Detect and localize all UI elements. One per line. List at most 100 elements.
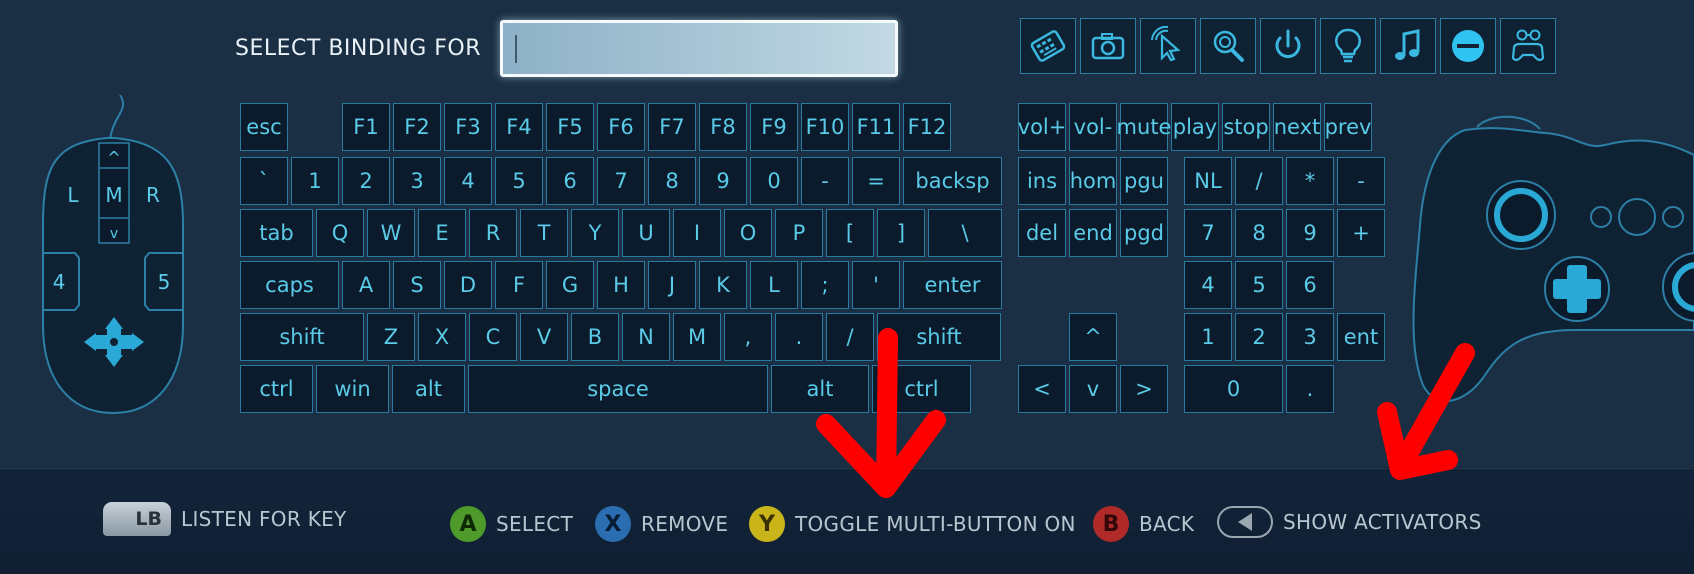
key-home-2[interactable]: S [393, 261, 441, 309]
key-home-12[interactable]: enter [903, 261, 1002, 309]
key-nav2-2[interactable]: pgd [1120, 209, 1168, 257]
binding-input[interactable] [500, 20, 898, 77]
key-fn-10[interactable]: F11 [852, 103, 900, 151]
key-bottom-4[interactable]: V [520, 313, 568, 361]
key-media-3[interactable]: play [1171, 103, 1219, 151]
key-np3-2[interactable]: 6 [1286, 261, 1334, 309]
key-top-2[interactable]: W [367, 209, 415, 257]
key-top-0[interactable]: tab [240, 209, 313, 257]
key-media-4[interactable]: stop [1222, 103, 1270, 151]
key-np-dot[interactable]: . [1286, 365, 1334, 413]
key-bottom-10[interactable]: / [826, 313, 874, 361]
key-media-0[interactable]: vol+ [1018, 103, 1066, 151]
key-fn-6[interactable]: F7 [648, 103, 696, 151]
key-media-2[interactable]: mute [1117, 103, 1171, 151]
key-np4-2[interactable]: 3 [1286, 313, 1334, 361]
key-num-13[interactable]: backsp [903, 157, 1002, 205]
key-np2-1[interactable]: 8 [1235, 209, 1283, 257]
key-bottom-11[interactable]: shift [877, 313, 1001, 361]
category-button-8[interactable] [1500, 18, 1556, 74]
key-bottom-5[interactable]: B [571, 313, 619, 361]
key-top-7[interactable]: U [622, 209, 670, 257]
key-fn-2[interactable]: F3 [444, 103, 492, 151]
key-num-3[interactable]: 3 [393, 157, 441, 205]
key-space-0[interactable]: ctrl [240, 365, 313, 413]
key-fn-11[interactable]: F12 [903, 103, 951, 151]
key-media-5[interactable]: next [1273, 103, 1321, 151]
key-np1-3[interactable]: - [1337, 157, 1385, 205]
key-np1-1[interactable]: / [1235, 157, 1283, 205]
key-fn-9[interactable]: F10 [801, 103, 849, 151]
category-button-4[interactable] [1260, 18, 1316, 74]
category-button-5[interactable] [1320, 18, 1376, 74]
key-np3-1[interactable]: 5 [1235, 261, 1283, 309]
key-bottom-2[interactable]: X [418, 313, 466, 361]
key-space-2[interactable]: alt [392, 365, 465, 413]
key-fn-4[interactable]: F5 [546, 103, 594, 151]
back-hint[interactable]: B BACK [1093, 506, 1194, 542]
key-num-12[interactable]: = [852, 157, 900, 205]
key-arrow-left[interactable]: < [1018, 365, 1066, 413]
key-num-1[interactable]: 1 [291, 157, 339, 205]
key-num-8[interactable]: 8 [648, 157, 696, 205]
key-top-8[interactable]: I [673, 209, 721, 257]
key-np-0[interactable]: 0 [1184, 365, 1283, 413]
key-num-11[interactable]: - [801, 157, 849, 205]
key-top-9[interactable]: O [724, 209, 772, 257]
key-bottom-3[interactable]: C [469, 313, 517, 361]
key-arrow-right[interactable]: > [1120, 365, 1168, 413]
listen-for-key-hint[interactable]: LB LISTEN FOR KEY [103, 502, 347, 536]
key-fn-3[interactable]: F4 [495, 103, 543, 151]
category-button-7[interactable] [1440, 18, 1496, 74]
category-button-6[interactable] [1380, 18, 1436, 74]
key-space-1[interactable]: win [316, 365, 389, 413]
key-num-9[interactable]: 9 [699, 157, 747, 205]
key-np2-3[interactable]: + [1337, 209, 1385, 257]
key-nav2-1[interactable]: end [1069, 209, 1117, 257]
key-fn-5[interactable]: F6 [597, 103, 645, 151]
key-esc[interactable]: esc [240, 103, 288, 151]
key-num-4[interactable]: 4 [444, 157, 492, 205]
key-home-10[interactable]: ; [801, 261, 849, 309]
key-home-4[interactable]: F [495, 261, 543, 309]
key-fn-0[interactable]: F1 [342, 103, 390, 151]
key-num-0[interactable]: ` [240, 157, 288, 205]
toggle-multi-button-hint[interactable]: Y TOGGLE MULTI-BUTTON ON [749, 506, 1076, 542]
key-space-4[interactable]: alt [771, 365, 869, 413]
key-home-7[interactable]: J [648, 261, 696, 309]
key-home-3[interactable]: D [444, 261, 492, 309]
key-home-8[interactable]: K [699, 261, 747, 309]
key-nav2-0[interactable]: del [1018, 209, 1066, 257]
key-home-6[interactable]: H [597, 261, 645, 309]
key-top-4[interactable]: R [469, 209, 517, 257]
key-fn-8[interactable]: F9 [750, 103, 798, 151]
key-bottom-7[interactable]: M [673, 313, 721, 361]
key-arrow-down[interactable]: v [1069, 365, 1117, 413]
key-space-3[interactable]: space [468, 365, 768, 413]
category-button-2[interactable] [1140, 18, 1196, 74]
key-nav-0[interactable]: ins [1018, 157, 1066, 205]
key-np4-0[interactable]: 1 [1184, 313, 1232, 361]
key-fn-7[interactable]: F8 [699, 103, 747, 151]
key-np2-2[interactable]: 9 [1286, 209, 1334, 257]
key-home-1[interactable]: A [342, 261, 390, 309]
key-num-7[interactable]: 7 [597, 157, 645, 205]
key-arrow-up[interactable]: ^ [1069, 313, 1117, 361]
key-bottom-6[interactable]: N [622, 313, 670, 361]
key-home-11[interactable]: ' [852, 261, 900, 309]
key-top-13[interactable]: \ [928, 209, 1002, 257]
key-num-10[interactable]: 0 [750, 157, 798, 205]
key-bottom-0[interactable]: shift [240, 313, 364, 361]
category-button-3[interactable] [1200, 18, 1256, 74]
key-top-6[interactable]: Y [571, 209, 619, 257]
key-np1-2[interactable]: * [1286, 157, 1334, 205]
show-activators-hint[interactable]: SHOW ACTIVATORS [1217, 506, 1482, 538]
key-np2-0[interactable]: 7 [1184, 209, 1232, 257]
key-home-9[interactable]: L [750, 261, 798, 309]
category-button-1[interactable] [1080, 18, 1136, 74]
key-media-6[interactable]: prev [1324, 103, 1372, 151]
key-nav-2[interactable]: pgu [1120, 157, 1168, 205]
key-fn-1[interactable]: F2 [393, 103, 441, 151]
key-top-5[interactable]: T [520, 209, 568, 257]
key-bottom-8[interactable]: , [724, 313, 772, 361]
